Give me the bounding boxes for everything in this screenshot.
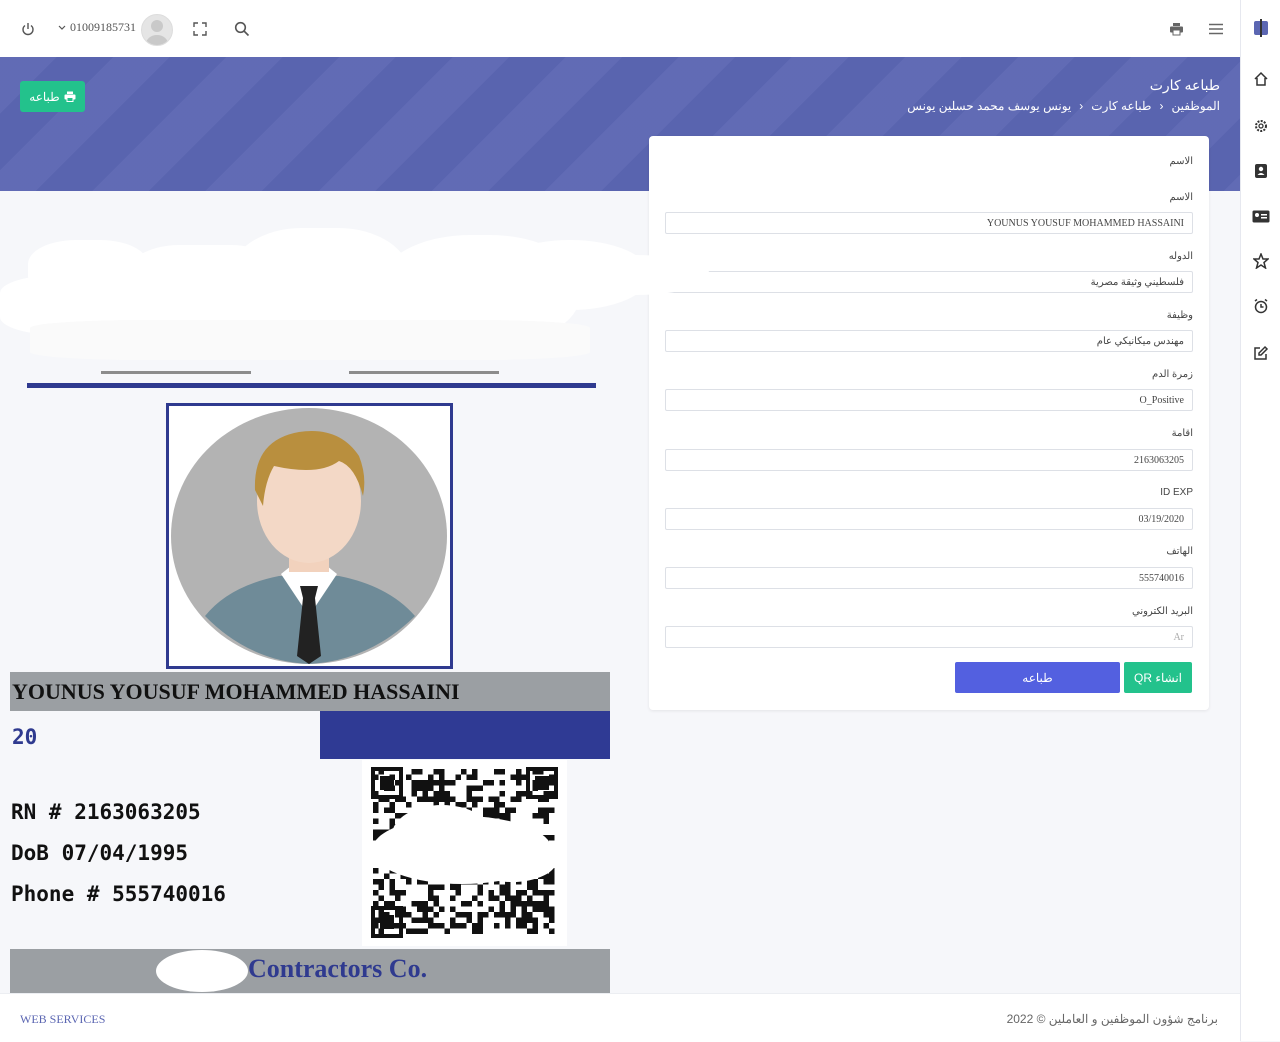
card-divider <box>27 383 596 388</box>
phone-field[interactable]: 555740016 <box>665 567 1193 589</box>
printer-icon <box>64 91 76 102</box>
job-label: وظيفة <box>1166 310 1193 321</box>
name-field[interactable]: YOUNUS YOUSUF MOHAMMED HASSAINI <box>665 212 1193 234</box>
print-button-label: طباعه <box>29 89 60 104</box>
form-section-label: الاسم <box>1169 156 1193 167</box>
email-field[interactable]: Ar <box>665 626 1193 648</box>
email-label: البريد الكتروني <box>1131 606 1193 617</box>
user-phone: 01009185731 <box>70 20 136 34</box>
top-bar: 01009185731 <box>0 0 1240 58</box>
logo-underline-left <box>101 371 251 374</box>
sidebar-toggle-icon[interactable] <box>1251 18 1271 38</box>
avatar[interactable] <box>141 14 173 46</box>
power-icon[interactable] <box>17 18 39 40</box>
logo-underline-right <box>349 371 499 374</box>
blood-type-label: زمرة الدم <box>1152 369 1193 380</box>
gear-icon[interactable] <box>1251 116 1271 136</box>
footer-web-services-link[interactable]: WEB SERVICES <box>20 1012 105 1027</box>
breadcrumb-item-employee: يونس يوسف محمد حسلين يونس <box>907 99 1072 113</box>
alarm-icon[interactable] <box>1251 296 1271 316</box>
chevron-left-icon: ‹ <box>1079 99 1084 113</box>
country-label: الدوله <box>1168 251 1193 262</box>
footer-copyright: 2022 © برنامج شؤون الموظفين و العاملين <box>1006 1012 1218 1026</box>
print-button-top[interactable]: طباعه <box>20 81 85 112</box>
card-company-name: Contractors Co. <box>248 954 428 983</box>
id-exp-field[interactable]: 03/19/2020 <box>665 508 1193 530</box>
employee-photo <box>166 403 453 669</box>
residence-label: اقامة <box>1171 428 1193 439</box>
search-icon[interactable] <box>231 18 253 40</box>
country-field[interactable]: فلسطيني وثيقة مصرية <box>665 271 1193 293</box>
phone-label: الهاتف <box>1166 546 1193 557</box>
breadcrumb-item-employees[interactable]: الموظفين <box>1171 99 1220 113</box>
chevron-left-icon: ‹ <box>1159 99 1164 113</box>
page-title: طباعه كارت <box>1149 77 1220 93</box>
card-rn: RN # 2163063205 <box>11 800 201 824</box>
breadcrumb-item-print-card[interactable]: طباعه كارت <box>1091 99 1151 113</box>
card-age: 20 <box>12 725 38 749</box>
print-button[interactable]: طباعه <box>955 662 1120 693</box>
right-sidebar <box>1240 0 1280 1041</box>
card-phone: Phone # 555740016 <box>11 882 226 906</box>
id-card-icon[interactable] <box>1251 206 1271 226</box>
create-qr-button[interactable]: QR انشاء <box>1124 662 1192 693</box>
contact-icon[interactable] <box>1251 161 1271 181</box>
id-exp-label: ID EXP <box>1160 487 1193 498</box>
edit-icon[interactable] <box>1251 343 1271 363</box>
user-menu[interactable]: 01009185731 <box>58 20 136 35</box>
menu-icon[interactable] <box>1205 18 1227 40</box>
chevron-down-icon <box>58 25 66 31</box>
footer: WEB SERVICES 2022 © برنامج شؤون الموظفين… <box>0 993 1240 1042</box>
job-field[interactable]: مهندس ميكانيكي عام <box>665 330 1193 352</box>
name-label: الاسم <box>1169 192 1193 203</box>
card-accent-block <box>320 711 610 759</box>
fullscreen-icon[interactable] <box>189 18 211 40</box>
breadcrumb: الموظفين ‹ طباعه كارت ‹ يونس يوسف محمد ح… <box>907 99 1220 113</box>
residence-field[interactable]: 2163063205 <box>665 449 1193 471</box>
home-icon[interactable] <box>1251 69 1271 89</box>
card-dob: DoB 07/04/1995 <box>11 841 189 865</box>
blood-type-field[interactable]: O_Positive <box>665 389 1193 411</box>
printer-icon[interactable] <box>1165 18 1187 40</box>
card-employee-name: YOUNUS YOUSUF MOHAMMED HASSAINI <box>12 679 460 704</box>
star-icon[interactable] <box>1251 251 1271 271</box>
qr-code <box>362 760 567 946</box>
card-form: الاسم الاسم YOUNUS YOUSUF MOHAMMED HASSA… <box>649 136 1209 710</box>
